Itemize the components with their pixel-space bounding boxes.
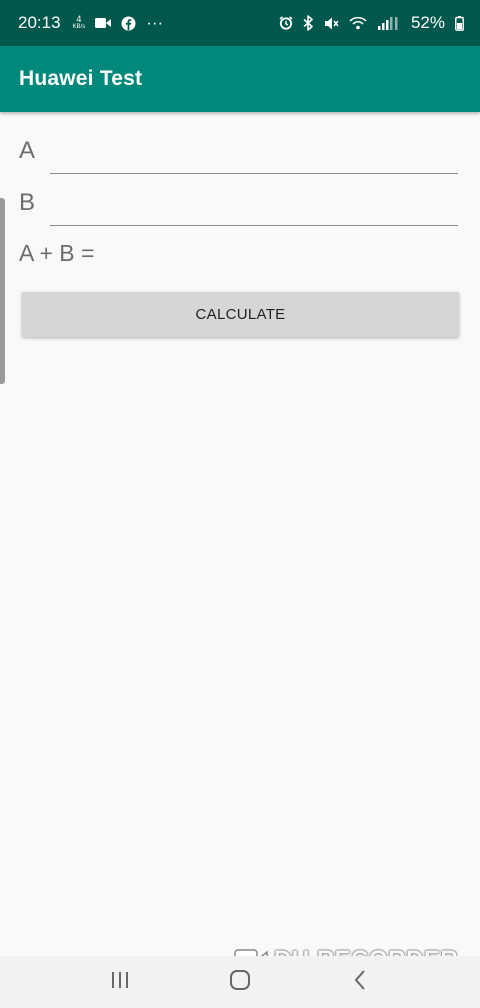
status-bar: 20:13 4 KB/s ··· 52% — [0, 0, 480, 46]
navigation-bar — [0, 956, 480, 1008]
battery-icon — [455, 15, 464, 31]
recent-apps-button[interactable] — [96, 958, 144, 1006]
data-rate-value: 4 — [76, 14, 82, 24]
battery-percentage: 52% — [410, 13, 445, 32]
status-time: 20:13 — [18, 13, 61, 32]
status-left: 20:13 4 KB/s ··· — [18, 13, 163, 33]
data-rate-indicator: 4 KB/s — [73, 15, 86, 31]
mute-icon — [324, 16, 339, 31]
input-b-field[interactable] — [50, 192, 458, 226]
recent-apps-icon — [110, 971, 130, 994]
label-a: A — [19, 137, 36, 164]
result-label: A + B = — [19, 240, 95, 266]
status-right: 52% — [279, 13, 464, 33]
field-b-row: B — [19, 188, 49, 218]
home-icon — [229, 969, 251, 996]
input-b[interactable] — [50, 192, 458, 225]
app-bar: Huawei Test — [0, 46, 480, 112]
signal-icon — [377, 16, 399, 30]
more-notifications: ··· — [146, 13, 164, 32]
input-a[interactable] — [50, 140, 458, 173]
field-a-row: A — [19, 136, 49, 166]
facebook-icon — [121, 16, 136, 31]
data-rate-unit: KB/s — [72, 24, 86, 30]
label-b: B — [19, 189, 36, 216]
alarm-icon — [279, 16, 293, 30]
calculate-button[interactable]: CALCULATE — [22, 292, 459, 337]
phone-screen: 20:13 4 KB/s ··· 52% Huawei Test A B A +… — [0, 0, 480, 1008]
home-button[interactable] — [216, 958, 264, 1006]
back-icon — [353, 969, 367, 996]
app-title: Huawei Test — [19, 67, 143, 90]
back-button[interactable] — [336, 958, 384, 1006]
video-camera-icon — [95, 17, 112, 29]
edge-panel-handle[interactable] — [0, 198, 5, 384]
input-a-field[interactable] — [50, 140, 458, 174]
wifi-icon — [349, 16, 367, 30]
bluetooth-icon — [303, 15, 314, 31]
